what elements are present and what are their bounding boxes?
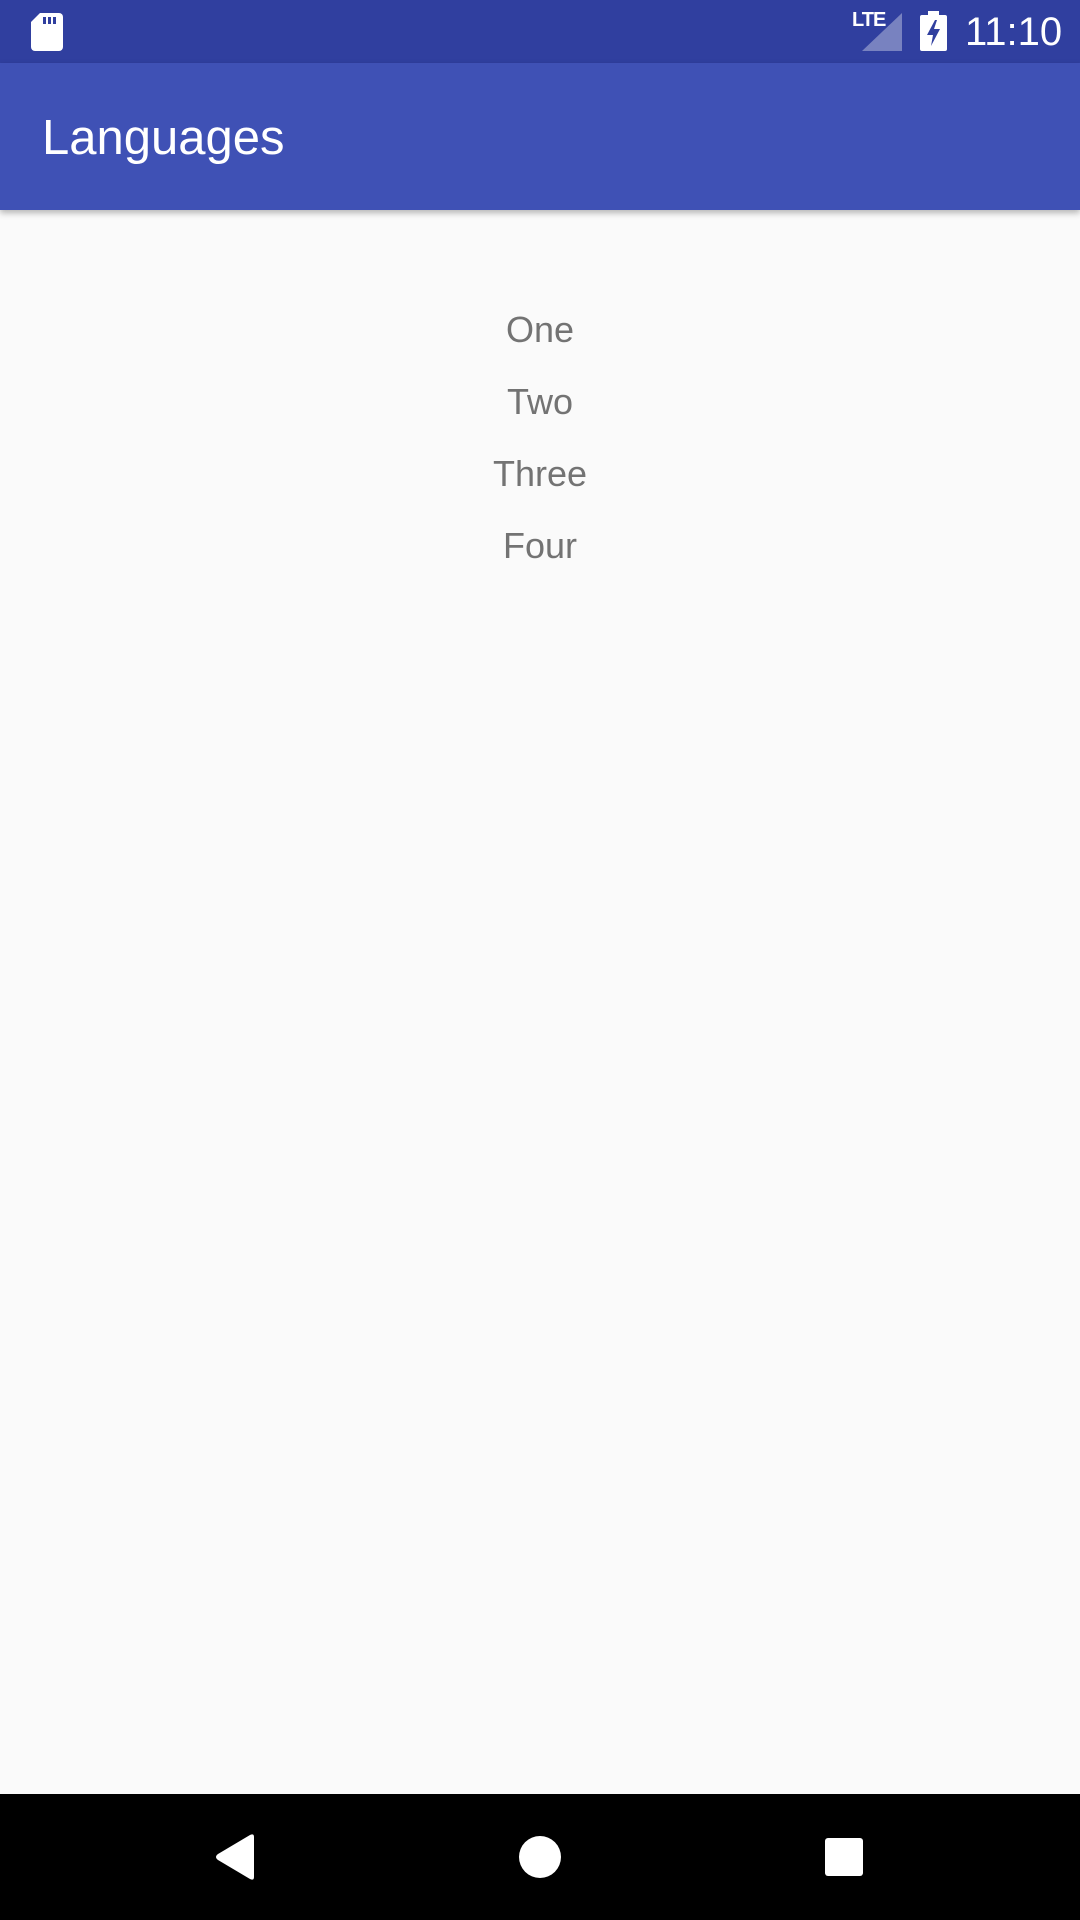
signal-icon <box>862 13 902 51</box>
list-item[interactable]: Three <box>0 438 1080 510</box>
home-button[interactable] <box>450 1794 630 1920</box>
navigation-bar <box>0 1794 1080 1920</box>
app-bar: Languages <box>0 63 1080 210</box>
status-clock: 11:10 <box>965 10 1063 54</box>
sd-card-icon <box>31 13 63 51</box>
back-icon <box>216 1834 254 1880</box>
recent-apps-button[interactable] <box>754 1794 934 1920</box>
status-bar: LTE 11:10 <box>0 0 1080 63</box>
list-item[interactable]: Two <box>0 366 1080 438</box>
language-list: One Two Three Four <box>0 294 1080 582</box>
back-button[interactable] <box>146 1794 326 1920</box>
home-icon <box>519 1836 561 1878</box>
recent-apps-icon <box>825 1838 863 1876</box>
list-item[interactable]: One <box>0 294 1080 366</box>
app-title: Languages <box>42 111 285 165</box>
list-item[interactable]: Four <box>0 510 1080 582</box>
battery-charging-icon <box>920 11 947 51</box>
content-area: One Two Three Four <box>0 210 1080 1794</box>
